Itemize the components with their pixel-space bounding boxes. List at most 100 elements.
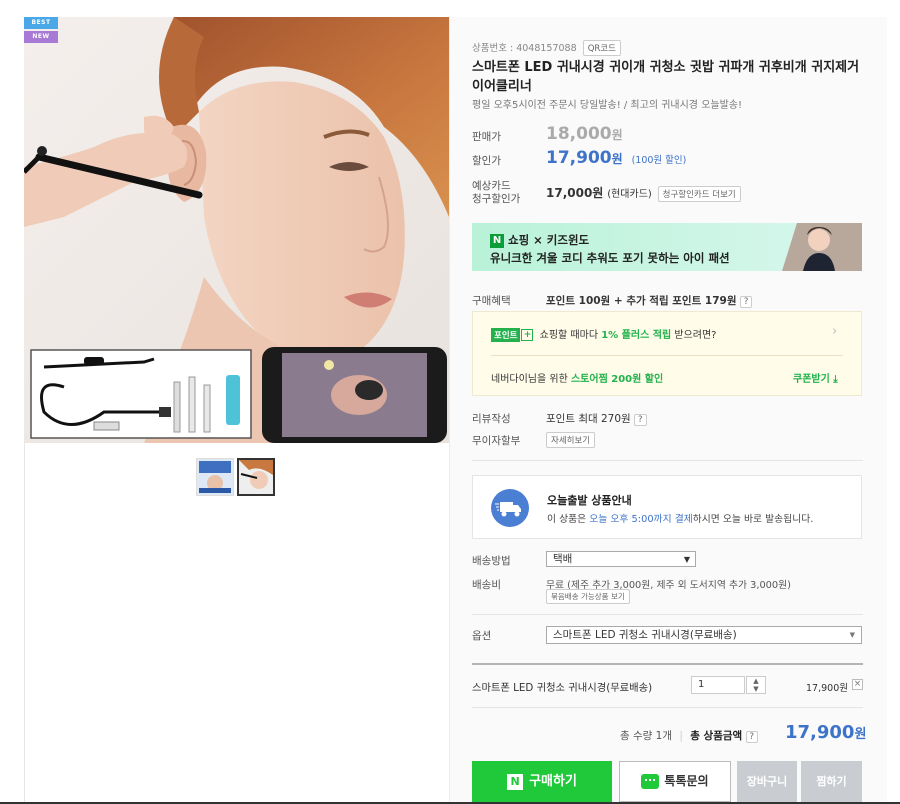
sale-price-label: 판매가 (472, 131, 501, 143)
qr-code-button[interactable]: QR코드 (582, 40, 621, 56)
today-ship-highlight: 오늘 오후 5:00까지 결제 (589, 514, 693, 525)
banner-line1: N 쇼핑 × 키즈윈도 (490, 232, 589, 248)
shipping-method-value: 택배 (553, 553, 573, 565)
card-price-label: 예상카드 청구할인가 (472, 180, 520, 206)
total-help-icon[interactable]: ? (745, 731, 759, 743)
cart-button[interactable]: 장바구니 (737, 761, 797, 802)
original-price: 18,000원 (546, 124, 623, 144)
total-quantity: 총 수량 1개 (620, 730, 672, 742)
divider (472, 707, 863, 708)
point-plus-icon: + (521, 329, 534, 341)
installment-row: 자세히보기 (546, 432, 596, 448)
talk-icon (641, 774, 660, 789)
benefit-help-icon[interactable]: ? (739, 296, 753, 308)
benefit-label: 구매혜택 (472, 295, 511, 307)
card-label-line1: 예상카드 (472, 180, 511, 192)
divider (472, 460, 863, 461)
benefit-box: 포인트 + 쇼핑할 때마다 1% 플러스 적립 받으려면? › 네버다이님을 위한… (472, 311, 862, 396)
promo-banner[interactable]: N 쇼핑 × 키즈윈도 유니크한 겨울 코디 추워도 포기 못하는 아이 패션 (472, 223, 862, 271)
store-pre-text: 네버다이님을 위한 (491, 374, 571, 385)
bundle-ship-button[interactable]: 묶음배송 가능상품 보기 (546, 589, 630, 604)
discount-price-label: 할인가 (472, 155, 501, 167)
new-badge: NEW (24, 31, 58, 43)
option-value: 스마트폰 LED 귀청소 귀내시경(무료배송) (553, 629, 737, 641)
option-select[interactable]: 스마트폰 LED 귀청소 귀내시경(무료배송) ▼ (546, 626, 862, 644)
thumbnail-2-selected[interactable] (237, 458, 275, 496)
quantity-down-icon[interactable]: ▼ (747, 685, 765, 693)
today-ship-desc: 이 상품은 오늘 오후 5:00까지 결제하시면 오늘 바로 발송됩니다. (547, 511, 813, 525)
store-coupon-row: 네버다이님을 위한 스토어찜 200원 할인 (491, 370, 663, 385)
review-label: 리뷰작성 (472, 413, 511, 425)
review-text: 포인트 최대 270원 (546, 413, 631, 425)
quantity-up-icon[interactable]: ▲ (747, 677, 765, 685)
coupon-download-button[interactable]: 쿠폰받기 ⤓ (793, 370, 838, 385)
total-separator: | (679, 730, 683, 742)
dropdown-arrow-icon: ▼ (849, 631, 855, 639)
buy-button-label: 구매하기 (529, 774, 577, 789)
product-title: 스마트폰 LED 귀내시경 귀이개 귀청소 귓밥 귀파개 귀후비개 귀지제거 이… (472, 60, 860, 94)
discounted-price-unit: 원 (611, 152, 623, 166)
today-ship-title: 오늘출발 상품안내 (547, 494, 632, 507)
store-highlight: 스토어찜 200원 할인 (570, 374, 664, 385)
product-photo (24, 17, 449, 443)
product-number-text: 상품번호 : 4048157088 (472, 43, 577, 54)
banner-child-image (782, 223, 862, 271)
thumbnail-strip (196, 458, 275, 496)
plus-post-text: 받으려면? (671, 330, 717, 341)
installment-detail-button[interactable]: 자세히보기 (546, 432, 596, 448)
card-more-button[interactable]: 청구할인카드 더보기 (657, 186, 741, 202)
benefit-text-row: 포인트 100원 + 추가 적립 포인트 179원 ? (546, 293, 753, 308)
thumbnail-1[interactable] (196, 458, 234, 496)
product-number: 상품번호 : 4048157088 QR코드 (472, 40, 621, 56)
card-label-line2: 청구할인가 (472, 193, 521, 205)
bundle-row: 묶음배송 가능상품 보기 (546, 589, 630, 604)
total-price: 17,900원 (785, 722, 866, 743)
shipping-method-select[interactable]: 택배 ▼ (546, 551, 696, 567)
total-price-value: 17,900 (785, 722, 855, 743)
today-shipping-box: 오늘출발 상품안내 이 상품은 오늘 오후 5:00까지 결제하시면 오늘 바로… (472, 475, 862, 539)
main-product-image[interactable] (24, 17, 449, 443)
quantity-input[interactable]: 1 (691, 676, 745, 694)
today-ship-pre: 이 상품은 (547, 514, 590, 525)
total-price-unit: 원 (854, 727, 867, 742)
talk-button-label: 톡톡문의 (664, 774, 709, 788)
banner-line2: 유니크한 겨울 코디 추워도 포기 못하는 아이 패션 (490, 251, 730, 265)
selected-option-name: 스마트폰 LED 귀청소 귀내시경(무료배송) (472, 682, 653, 694)
review-help-icon[interactable]: ? (634, 414, 647, 426)
option-label: 옵션 (472, 630, 492, 642)
dropdown-arrow-icon: ▼ (683, 555, 690, 564)
truck-icon (491, 489, 529, 527)
buy-button[interactable]: N 구매하기 (472, 761, 612, 802)
wishlist-button[interactable]: 찜하기 (801, 761, 862, 802)
original-price-unit: 원 (611, 128, 623, 142)
total-row: 총 수량 1개 | 총 상품금액 ? (620, 728, 759, 743)
divider (472, 663, 863, 665)
chevron-right-icon[interactable]: › (832, 324, 837, 339)
review-text-row: 포인트 최대 270원 ? (546, 411, 647, 426)
naver-n-icon: N (507, 773, 524, 790)
naver-n-icon: N (490, 233, 504, 248)
product-subtitle: 평일 오후5시이전 주문시 당일발송! / 최고의 귀내시경 오늘발송! (472, 100, 742, 111)
quantity-stepper[interactable]: ▲ ▼ (746, 676, 766, 694)
today-ship-post: 하시면 오늘 바로 발송됩니다. (692, 514, 814, 525)
discounted-price: 17,900원 (100원 할인) (546, 148, 686, 168)
total-label: 총 상품금액 (690, 730, 743, 742)
card-name: (현대카드) (607, 189, 652, 200)
benefit-text: 포인트 100원 + 추가 적립 포인트 179원 (546, 295, 737, 307)
benefit-divider (491, 355, 843, 356)
plus-point-row[interactable]: 포인트 + 쇼핑할 때마다 1% 플러스 적립 받으려면? (491, 326, 716, 342)
point-badge: 포인트 (491, 328, 521, 342)
plus-highlight: 1% 플러스 적립 (601, 330, 672, 341)
card-price: 17,000원 (현대카드) 청구할인카드 더보기 (546, 184, 741, 202)
shipping-fee-label: 배송비 (472, 579, 501, 591)
talk-inquiry-button[interactable]: 톡톡문의 (619, 761, 731, 802)
selected-option-price: 17,900원 (806, 683, 848, 694)
discounted-price-value: 17,900 (546, 148, 612, 168)
discount-note: (100원 할인) (631, 155, 687, 166)
installment-label: 무이자할부 (472, 435, 521, 447)
shipping-method-label: 배송방법 (472, 555, 511, 567)
remove-option-icon[interactable]: × (852, 679, 863, 690)
best-badge: BEST (24, 17, 58, 29)
card-price-value: 17,000원 (546, 186, 604, 200)
plus-pre-text: 쇼핑할 때마다 (539, 330, 602, 341)
